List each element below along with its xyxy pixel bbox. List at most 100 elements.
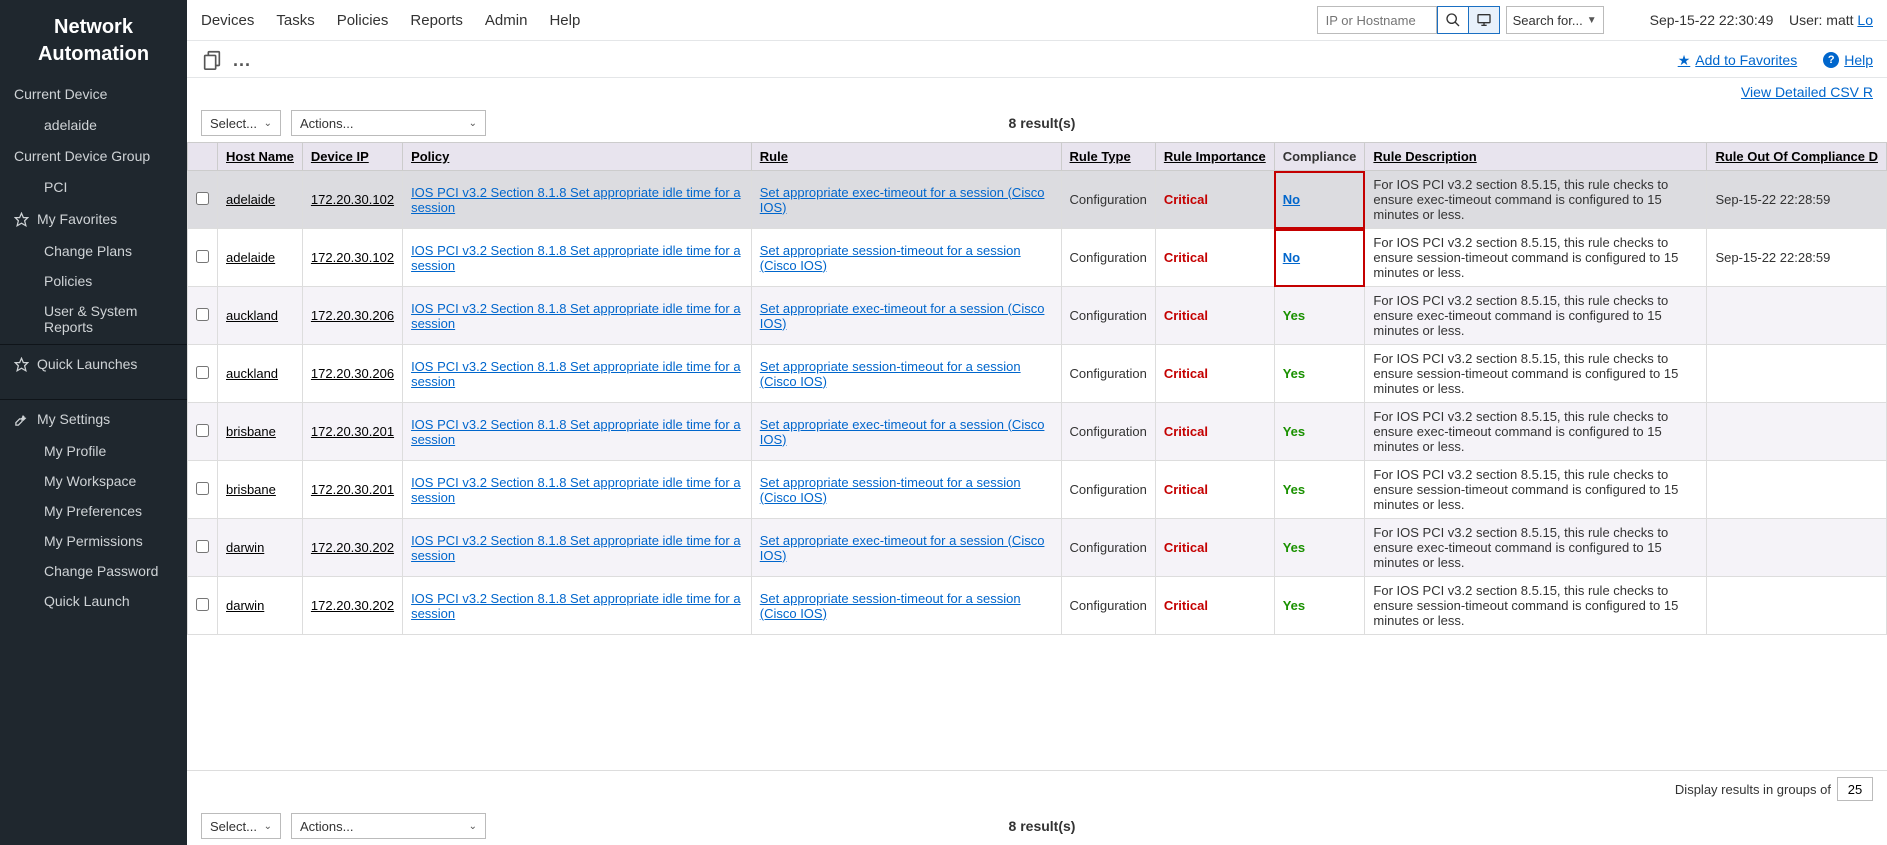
- nav-link-reports[interactable]: Reports: [410, 12, 463, 29]
- help-link[interactable]: ? Help: [1823, 52, 1873, 68]
- sidebar-favorite-item[interactable]: Policies: [0, 266, 187, 296]
- row-checkbox[interactable]: [196, 598, 209, 611]
- policy-link[interactable]: IOS PCI v3.2 Section 8.1.8 Set appropria…: [411, 475, 741, 505]
- policy-link[interactable]: IOS PCI v3.2 Section 8.1.8 Set appropria…: [411, 301, 741, 331]
- host-link[interactable]: darwin: [226, 540, 264, 555]
- col-header[interactable]: Rule Type: [1061, 143, 1155, 171]
- copy-icon[interactable]: [201, 49, 223, 71]
- nav-link-admin[interactable]: Admin: [485, 12, 528, 29]
- sidebar-settings-item[interactable]: My Permissions: [0, 526, 187, 556]
- nav-link-devices[interactable]: Devices: [201, 12, 254, 29]
- breadcrumb-more[interactable]: ...: [233, 50, 251, 71]
- my-settings-header[interactable]: My Settings: [0, 402, 187, 436]
- policy-link[interactable]: IOS PCI v3.2 Section 8.1.8 Set appropria…: [411, 591, 741, 621]
- ip-link[interactable]: 172.20.30.206: [311, 366, 394, 381]
- compliance-no-link[interactable]: No: [1283, 192, 1300, 207]
- search-button[interactable]: [1437, 6, 1469, 34]
- col-header[interactable]: Rule Out Of Compliance D: [1707, 143, 1887, 171]
- row-checkbox[interactable]: [196, 540, 209, 553]
- row-checkbox[interactable]: [196, 192, 209, 205]
- col-header[interactable]: Rule Importance: [1155, 143, 1274, 171]
- sort-header[interactable]: Rule Description: [1373, 149, 1476, 164]
- star-icon: [14, 212, 29, 227]
- nav-link-help[interactable]: Help: [549, 12, 580, 29]
- select-dropdown-top[interactable]: Select...⌄: [201, 110, 281, 136]
- col-header[interactable]: Host Name: [218, 143, 303, 171]
- favorites-header[interactable]: My Favorites: [0, 202, 187, 236]
- sort-header[interactable]: Policy: [411, 149, 449, 164]
- cell-description: For IOS PCI v3.2 section 8.5.15, this ru…: [1365, 577, 1707, 635]
- sidebar-settings-item[interactable]: Quick Launch: [0, 586, 187, 616]
- policy-link[interactable]: IOS PCI v3.2 Section 8.1.8 Set appropria…: [411, 417, 741, 447]
- rule-link[interactable]: Set appropriate session-timeout for a se…: [760, 591, 1021, 621]
- cell-policy: IOS PCI v3.2 Section 8.1.8 Set appropria…: [403, 577, 752, 635]
- current-device[interactable]: adelaide: [0, 110, 187, 140]
- host-link[interactable]: darwin: [226, 598, 264, 613]
- sort-header[interactable]: Rule Importance: [1164, 149, 1266, 164]
- search-input[interactable]: [1317, 6, 1437, 34]
- row-checkbox[interactable]: [196, 308, 209, 321]
- nav-link-tasks[interactable]: Tasks: [276, 12, 314, 29]
- col-header[interactable]: Policy: [403, 143, 752, 171]
- rule-link[interactable]: Set appropriate exec-timeout for a sessi…: [760, 417, 1045, 447]
- ip-link[interactable]: 172.20.30.202: [311, 598, 394, 613]
- csv-export-link[interactable]: View Detailed CSV R: [1741, 84, 1873, 100]
- ip-link[interactable]: 172.20.30.201: [311, 482, 394, 497]
- rule-link[interactable]: Set appropriate exec-timeout for a sessi…: [760, 533, 1045, 563]
- search-for-dropdown[interactable]: Search for... ▼: [1506, 6, 1604, 34]
- quick-launches-header[interactable]: Quick Launches: [0, 347, 187, 381]
- logout-link[interactable]: Lo: [1857, 12, 1873, 28]
- ip-link[interactable]: 172.20.30.102: [311, 192, 394, 207]
- ip-link[interactable]: 172.20.30.102: [311, 250, 394, 265]
- row-checkbox[interactable]: [196, 482, 209, 495]
- ip-link[interactable]: 172.20.30.206: [311, 308, 394, 323]
- current-group[interactable]: PCI: [0, 172, 187, 202]
- cell-ip: 172.20.30.206: [302, 287, 402, 345]
- col-header[interactable]: Rule Description: [1365, 143, 1707, 171]
- rule-link[interactable]: Set appropriate exec-timeout for a sessi…: [760, 185, 1045, 215]
- sidebar-favorite-item[interactable]: User & System Reports: [0, 296, 187, 342]
- host-filter-button[interactable]: [1468, 6, 1500, 34]
- cell-policy: IOS PCI v3.2 Section 8.1.8 Set appropria…: [403, 403, 752, 461]
- sidebar-settings-item[interactable]: Change Password: [0, 556, 187, 586]
- rule-link[interactable]: Set appropriate session-timeout for a se…: [760, 243, 1021, 273]
- nav-link-policies[interactable]: Policies: [337, 12, 389, 29]
- sort-header[interactable]: Device IP: [311, 149, 369, 164]
- current-device-label: Current Device: [0, 78, 187, 110]
- actions-dropdown-bottom[interactable]: Actions...⌄: [291, 813, 486, 839]
- select-dropdown-bottom[interactable]: Select...⌄: [201, 813, 281, 839]
- add-favorites-link[interactable]: ★ Add to Favorites: [1678, 52, 1798, 69]
- actions-dropdown-top[interactable]: Actions...⌄: [291, 110, 486, 136]
- rule-link[interactable]: Set appropriate session-timeout for a se…: [760, 359, 1021, 389]
- host-link[interactable]: auckland: [226, 366, 278, 381]
- host-link[interactable]: adelaide: [226, 250, 275, 265]
- host-link[interactable]: adelaide: [226, 192, 275, 207]
- policy-link[interactable]: IOS PCI v3.2 Section 8.1.8 Set appropria…: [411, 185, 741, 215]
- policy-link[interactable]: IOS PCI v3.2 Section 8.1.8 Set appropria…: [411, 243, 741, 273]
- sidebar-settings-item[interactable]: My Workspace: [0, 466, 187, 496]
- sort-header[interactable]: Rule: [760, 149, 788, 164]
- policy-link[interactable]: IOS PCI v3.2 Section 8.1.8 Set appropria…: [411, 359, 741, 389]
- ip-link[interactable]: 172.20.30.202: [311, 540, 394, 555]
- host-link[interactable]: brisbane: [226, 482, 276, 497]
- sort-header[interactable]: Rule Type: [1070, 149, 1131, 164]
- policy-link[interactable]: IOS PCI v3.2 Section 8.1.8 Set appropria…: [411, 533, 741, 563]
- sidebar-settings-item[interactable]: My Preferences: [0, 496, 187, 526]
- rule-link[interactable]: Set appropriate exec-timeout for a sessi…: [760, 301, 1045, 331]
- sort-header[interactable]: Host Name: [226, 149, 294, 164]
- page-size-input[interactable]: [1837, 777, 1873, 801]
- row-checkbox[interactable]: [196, 366, 209, 379]
- compliance-no-link[interactable]: No: [1283, 250, 1300, 265]
- host-link[interactable]: auckland: [226, 308, 278, 323]
- col-header[interactable]: Device IP: [302, 143, 402, 171]
- sort-header[interactable]: Rule Out Of Compliance D: [1715, 149, 1878, 164]
- col-header[interactable]: Rule: [751, 143, 1061, 171]
- sidebar-favorite-item[interactable]: Change Plans: [0, 236, 187, 266]
- row-checkbox[interactable]: [196, 250, 209, 263]
- ip-link[interactable]: 172.20.30.201: [311, 424, 394, 439]
- host-link[interactable]: brisbane: [226, 424, 276, 439]
- sidebar-settings-item[interactable]: My Profile: [0, 436, 187, 466]
- table-row: darwin 172.20.30.202 IOS PCI v3.2 Section …: [188, 577, 1887, 635]
- row-checkbox[interactable]: [196, 424, 209, 437]
- rule-link[interactable]: Set appropriate session-timeout for a se…: [760, 475, 1021, 505]
